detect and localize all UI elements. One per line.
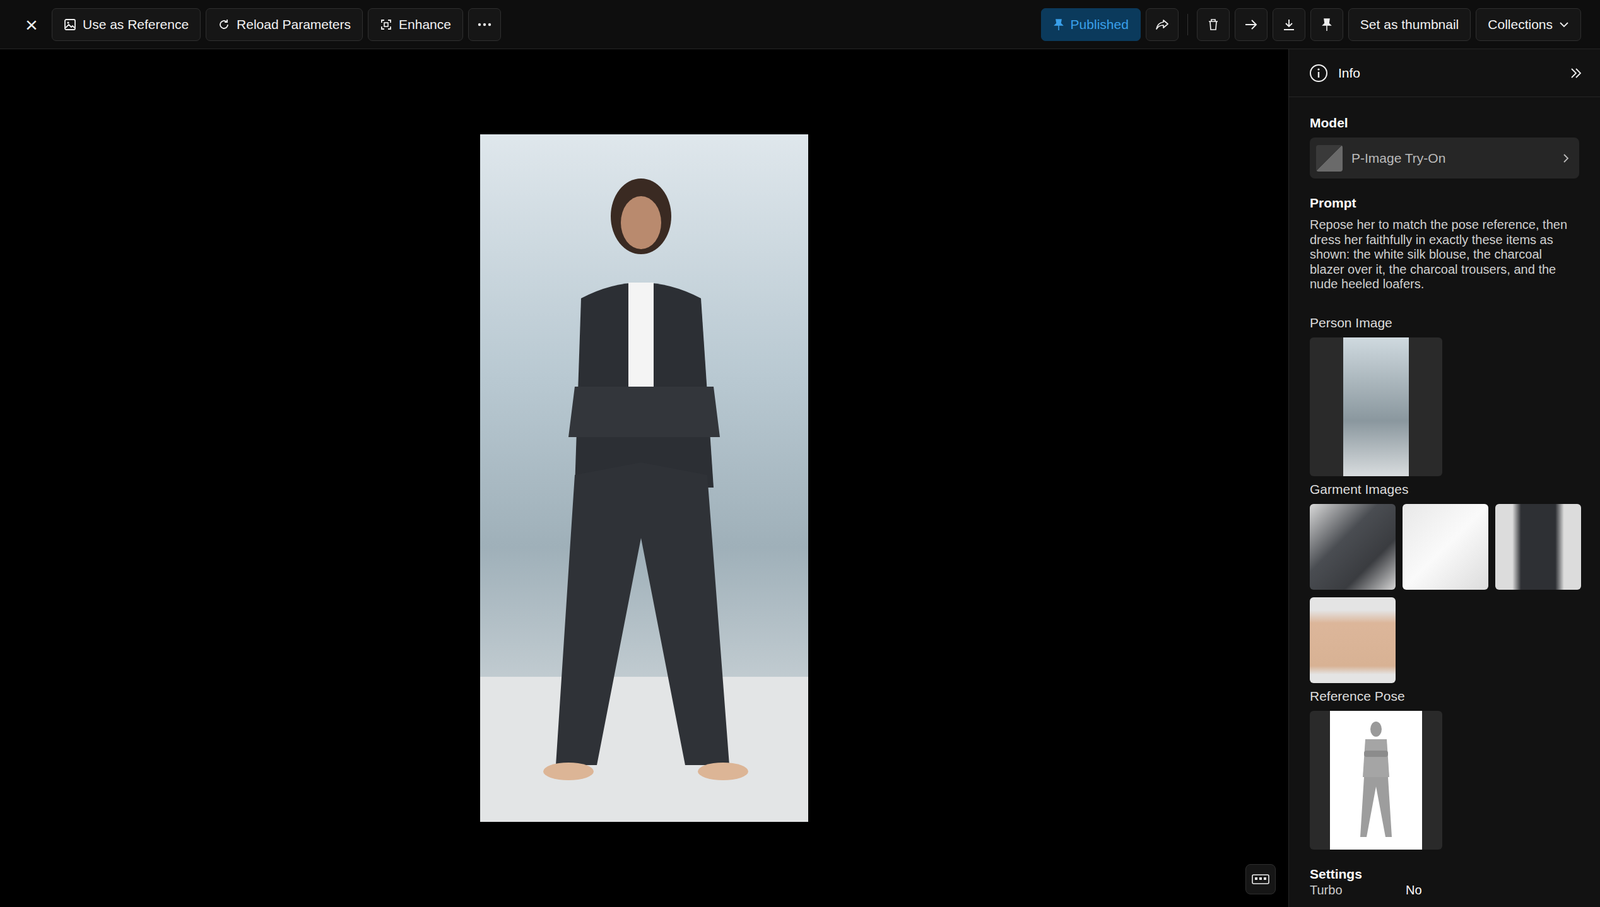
enhance-icon (379, 18, 393, 31)
more-icon (477, 22, 492, 27)
published-button[interactable]: Published (1041, 8, 1141, 42)
model-selector[interactable]: P-Image Try-On (1309, 137, 1580, 179)
info-icon (1309, 63, 1329, 83)
collections-button[interactable]: Collections (1475, 8, 1582, 42)
pin-icon (1321, 17, 1333, 32)
collapse-panel-button[interactable] (1563, 56, 1589, 90)
settings-list: TurboNo (1309, 882, 1580, 898)
prompt-text: Repose her to match the pose reference, … (1309, 217, 1580, 293)
setting-value: No (1405, 882, 1423, 898)
prompt-label: Prompt (1309, 194, 1580, 212)
image-stage (0, 49, 1289, 907)
setting-label: Turbo (1309, 882, 1406, 898)
person-image[interactable] (1309, 337, 1443, 477)
layout-toggle-button[interactable] (1245, 864, 1276, 895)
reference-pose-label: Reference Pose (1309, 688, 1580, 705)
mannequin-icon (1353, 720, 1399, 841)
use-as-reference-button[interactable]: Use as Reference (51, 8, 201, 42)
divider (1187, 13, 1189, 36)
chevron-right-icon (1562, 153, 1570, 164)
close-button[interactable]: × (18, 8, 45, 42)
arrow-right-icon (1244, 18, 1259, 31)
info-panel: Info Model P-Image Try-On Prompt Repose … (1288, 49, 1600, 907)
close-icon: × (25, 13, 38, 36)
model-name: P-Image Try-On (1351, 148, 1554, 169)
download-button[interactable] (1272, 8, 1306, 42)
delete-button[interactable] (1196, 8, 1230, 42)
set-thumbnail-button[interactable]: Set as thumbnail (1348, 8, 1471, 42)
download-icon (1282, 18, 1296, 31)
reference-pose-image[interactable] (1309, 711, 1443, 850)
refresh-icon (217, 18, 231, 31)
setting-row: TurboNo (1309, 882, 1580, 898)
trash-icon (1207, 18, 1219, 31)
garment-grid (1309, 504, 1580, 684)
double-chevron-right-icon (1569, 67, 1583, 79)
image-icon (63, 18, 77, 31)
chevron-down-icon (1558, 21, 1570, 28)
pin-icon (1052, 18, 1065, 31)
toolbar: × Use as Reference Reload Parameters Enh… (0, 0, 1600, 50)
share-icon (1155, 18, 1170, 31)
reload-parameters-button[interactable]: Reload Parameters (205, 8, 363, 42)
generated-photo (480, 134, 809, 823)
next-button[interactable] (1234, 8, 1268, 42)
settings-label: Settings (1309, 866, 1580, 883)
layout-icon (1251, 874, 1270, 885)
model-label: Model (1309, 114, 1580, 132)
garment-images-label: Garment Images (1309, 481, 1580, 498)
garment-image[interactable] (1402, 504, 1489, 590)
photo-figure (480, 134, 809, 823)
enhance-button[interactable]: Enhance (367, 8, 464, 42)
model-thumbnail (1316, 145, 1343, 172)
garment-image[interactable] (1309, 504, 1396, 590)
person-image-label: Person Image (1309, 314, 1580, 332)
share-button[interactable] (1145, 8, 1179, 42)
garment-image[interactable] (1309, 597, 1396, 684)
pin-button[interactable] (1310, 8, 1344, 42)
more-button[interactable] (468, 8, 501, 42)
panel-title: Info (1338, 63, 1361, 84)
garment-image[interactable] (1495, 504, 1582, 590)
